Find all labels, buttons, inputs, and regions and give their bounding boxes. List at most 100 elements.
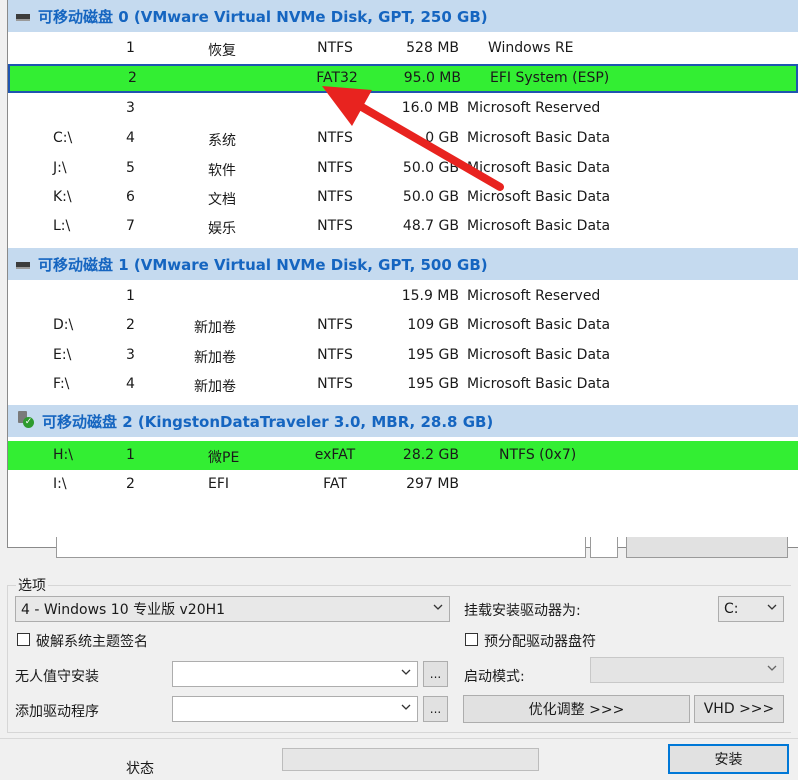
drive-letter: D:\ — [53, 317, 74, 333]
partition-row[interactable]: E:\ 3 新加卷 NTFS 195 GB Microsoft Basic Da… — [8, 341, 798, 370]
partition-row[interactable]: K:\ 6 文档 NTFS 50.0 GB Microsoft Basic Da… — [8, 183, 798, 212]
partition-row[interactable]: 1 恢复 NTFS 528 MB Windows RE — [8, 34, 798, 63]
unattend-select[interactable] — [172, 661, 418, 687]
partition-type: Microsoft Basic Data — [467, 130, 611, 146]
partition-size: 48.7 GB — [402, 218, 459, 234]
windows-edition-select[interactable]: 4 - Windows 10 专业版 v20H1 — [15, 596, 450, 622]
partition-type: NTFS (0x7) — [499, 447, 577, 463]
disk-title: 可移动磁盘 2 (KingstonDataTraveler 3.0, MBR, … — [42, 412, 494, 431]
mount-drive-value: C: — [724, 601, 739, 617]
chevron-down-icon — [767, 663, 777, 673]
partition-row[interactable]: 3 16.0 MB Microsoft Reserved — [8, 94, 798, 123]
add-driver-select[interactable] — [172, 696, 418, 722]
partition-row[interactable]: J:\ 5 软件 NTFS 50.0 GB Microsoft Basic Da… — [8, 154, 798, 183]
partition-type: Windows RE — [488, 40, 574, 56]
partition-row-selected[interactable]: 2 FAT32 95.0 MB EFI System (ESP) — [8, 64, 798, 93]
prealloc-drive-checkbox[interactable] — [465, 633, 478, 646]
partition-size: 109 GB — [407, 317, 459, 333]
partition-dropdown-list[interactable]: 可移动磁盘 0 (VMware Virtual NVMe Disk, GPT, … — [7, 0, 798, 548]
file-system: NTFS — [317, 160, 353, 176]
mount-drive-select[interactable]: C: — [718, 596, 784, 622]
partition-type: Microsoft Basic Data — [467, 160, 611, 176]
prealloc-drive-label: 预分配驱动器盘符 — [484, 634, 596, 650]
drive-letter: E:\ — [53, 347, 72, 363]
boot-mode-select[interactable] — [590, 657, 784, 683]
partition-row[interactable]: C:\ 4 系统 NTFS 0 GB Microsoft Basic Data — [8, 124, 798, 153]
mount-drive-label: 挂载安装驱动器为: — [464, 603, 581, 619]
partition-size: 28.2 GB — [402, 447, 459, 463]
boot-mode-label: 启动模式: — [464, 669, 525, 685]
file-system: NTFS — [317, 189, 353, 205]
status-label: 状态 — [126, 761, 154, 777]
drive-letter: K:\ — [53, 189, 72, 205]
optimize-button[interactable]: 优化调整 >>> — [463, 695, 690, 723]
crack-theme-checkbox[interactable] — [17, 633, 30, 646]
file-system: FAT — [323, 476, 347, 492]
install-button[interactable]: 安装 — [668, 744, 789, 774]
status-separator — [0, 738, 798, 739]
partition-row-highlighted[interactable]: H:\ 1 微PE exFAT 28.2 GB NTFS (0x7) — [8, 441, 798, 470]
partition-size: 297 MB — [406, 476, 459, 492]
volume-label: 娱乐 — [208, 221, 236, 237]
volume-label: EFI — [208, 476, 230, 492]
partition-number: 1 — [126, 447, 135, 463]
file-system: NTFS — [317, 218, 353, 234]
partition-size: 50.0 GB — [402, 160, 459, 176]
partition-size: 195 GB — [407, 347, 459, 363]
partition-combo-field[interactable] — [56, 537, 586, 558]
partition-type: Microsoft Reserved — [467, 288, 601, 304]
partition-type: EFI System (ESP) — [490, 70, 610, 86]
options-group-label: 选项 — [16, 575, 48, 595]
partition-row[interactable]: L:\ 7 娱乐 NTFS 48.7 GB Microsoft Basic Da… — [8, 212, 798, 241]
partition-number: 2 — [128, 70, 137, 86]
drive-letter: I:\ — [53, 476, 67, 492]
volume-label: 微PE — [208, 450, 240, 466]
partition-row[interactable]: 1 15.9 MB Microsoft Reserved — [8, 282, 798, 311]
file-system: NTFS — [317, 347, 353, 363]
partition-size: 15.9 MB — [401, 288, 459, 304]
partition-browse-button[interactable] — [590, 537, 618, 558]
partition-type: Microsoft Basic Data — [467, 218, 611, 234]
disk-1-header: 可移动磁盘 1 (VMware Virtual NVMe Disk, GPT, … — [8, 248, 798, 280]
partition-type: Microsoft Reserved — [467, 100, 601, 116]
partition-number: 5 — [126, 160, 135, 176]
partition-type: Microsoft Basic Data — [467, 376, 611, 392]
file-system: NTFS — [317, 317, 353, 333]
vhd-button[interactable]: VHD >>> — [694, 695, 784, 723]
partition-number: 1 — [126, 288, 135, 304]
unattend-browse-button[interactable]: ... — [423, 661, 448, 687]
drive-letter: F:\ — [53, 376, 70, 392]
disk-title: 可移动磁盘 1 (VMware Virtual NVMe Disk, GPT, … — [38, 255, 488, 274]
partition-row[interactable]: I:\ 2 EFI FAT 297 MB — [8, 470, 798, 499]
disk-title: 可移动磁盘 0 (VMware Virtual NVMe Disk, GPT, … — [38, 7, 488, 26]
partition-option-button[interactable] — [626, 537, 788, 558]
partition-type: Microsoft Basic Data — [467, 317, 611, 333]
windows-edition-value: 4 - Windows 10 专业版 v20H1 — [21, 602, 226, 618]
disk-0-header: 可移动磁盘 0 (VMware Virtual NVMe Disk, GPT, … — [8, 0, 798, 32]
add-driver-browse-button[interactable]: ... — [423, 696, 448, 722]
crack-theme-label: 破解系统主题签名 — [36, 634, 148, 650]
partition-size: 16.0 MB — [401, 100, 459, 116]
chevron-down-icon — [767, 602, 777, 612]
file-system: NTFS — [317, 130, 353, 146]
partition-row[interactable]: D:\ 2 新加卷 NTFS 109 GB Microsoft Basic Da… — [8, 311, 798, 340]
chevron-down-icon — [433, 602, 443, 612]
volume-label: 新加卷 — [194, 320, 236, 336]
partition-number: 1 — [126, 40, 135, 56]
partition-number: 2 — [126, 476, 135, 492]
file-system: FAT32 — [316, 70, 358, 86]
status-progress-bar — [282, 748, 539, 771]
usb-drive-icon: ✓ — [16, 410, 34, 432]
hdd-icon — [16, 255, 30, 273]
disk-2-header: ✓ 可移动磁盘 2 (KingstonDataTraveler 3.0, MBR… — [8, 405, 798, 437]
partition-row[interactable]: F:\ 4 新加卷 NTFS 195 GB Microsoft Basic Da… — [8, 370, 798, 399]
drive-letter: C:\ — [53, 130, 73, 146]
partition-size: 528 MB — [406, 40, 459, 56]
chevron-down-icon — [401, 702, 411, 712]
partition-size: 95.0 MB — [403, 70, 461, 86]
drive-letter: L:\ — [53, 218, 71, 234]
file-system: exFAT — [314, 447, 356, 463]
drive-letter: J:\ — [53, 160, 67, 176]
partition-type: Microsoft Basic Data — [467, 189, 611, 205]
volume-label: 新加卷 — [194, 379, 236, 395]
